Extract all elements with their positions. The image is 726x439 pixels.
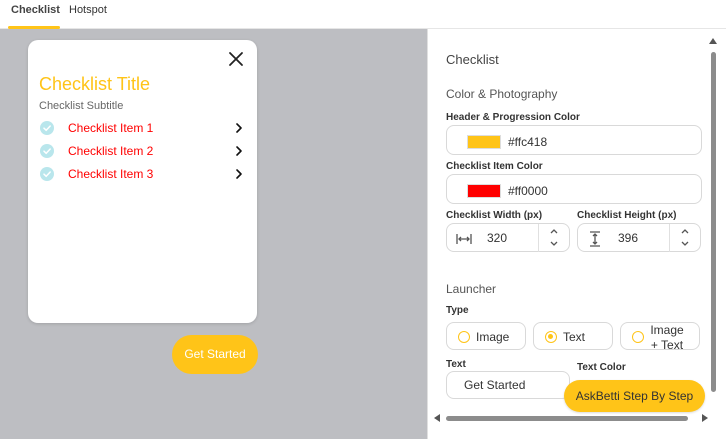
tab-bar: Checklist Hotspot bbox=[0, 0, 726, 29]
tab-hotspot[interactable]: Hotspot bbox=[69, 4, 109, 29]
chevron-right-icon bbox=[236, 169, 242, 179]
text-color-label: Text Color bbox=[577, 362, 626, 373]
checklist-card: Checklist Title Checklist Subtitle Check… bbox=[28, 40, 257, 323]
height-stepper[interactable]: 396 bbox=[577, 223, 701, 252]
chevron-right-icon bbox=[236, 146, 242, 156]
type-option-label: Image + Text bbox=[647, 323, 687, 353]
chevron-down-icon[interactable] bbox=[679, 239, 691, 248]
radio-image[interactable] bbox=[458, 331, 470, 343]
close-icon[interactable] bbox=[227, 50, 245, 68]
check-circle-icon bbox=[40, 144, 54, 158]
header-color-swatch[interactable] bbox=[467, 135, 501, 149]
radio-text-selected[interactable] bbox=[545, 331, 557, 343]
check-circle-icon bbox=[40, 121, 54, 135]
checklist-item-label: Checklist Item 2 bbox=[68, 144, 154, 158]
width-stepper[interactable]: 320 bbox=[446, 223, 570, 252]
type-option-label: Image bbox=[476, 330, 510, 344]
scroll-left-arrow-icon[interactable] bbox=[434, 414, 440, 422]
scroll-up-arrow-icon[interactable] bbox=[709, 38, 717, 44]
check-circle-icon bbox=[40, 167, 54, 181]
section-launcher-heading: Launcher bbox=[446, 282, 497, 296]
height-value: 396 bbox=[618, 231, 639, 245]
launcher-text-input[interactable]: Get Started bbox=[446, 371, 570, 399]
checklist-item-label: Checklist Item 1 bbox=[68, 121, 154, 135]
horizontal-scrollbar[interactable] bbox=[432, 413, 710, 423]
horizontal-scroll-thumb[interactable] bbox=[446, 416, 688, 421]
checklist-item-label: Checklist Item 3 bbox=[68, 167, 154, 181]
width-arrows-icon bbox=[456, 234, 472, 244]
vertical-scroll-thumb[interactable] bbox=[711, 52, 716, 392]
width-stepper-controls bbox=[538, 224, 569, 252]
header-color-label: Header & Progression Color bbox=[446, 112, 580, 123]
section-color-heading: Color & Photography bbox=[446, 87, 558, 101]
checklist-editor: Checklist Hotspot Checklist Title Checkl… bbox=[0, 0, 726, 439]
type-option-text[interactable]: Text bbox=[533, 322, 613, 350]
type-option-image[interactable]: Image bbox=[446, 322, 526, 350]
panel-title: Checklist bbox=[446, 52, 499, 67]
height-arrows-icon bbox=[590, 231, 600, 247]
checklist-item-1[interactable]: Checklist Item 1 bbox=[39, 120, 245, 138]
type-option-label: Text bbox=[563, 330, 586, 344]
chevron-up-icon[interactable] bbox=[548, 227, 560, 236]
type-option-label-line1: Image bbox=[650, 323, 684, 337]
header-color-field[interactable]: #ffc418 bbox=[446, 125, 702, 155]
chevron-right-icon bbox=[236, 123, 242, 133]
checklist-subtitle: Checklist Subtitle bbox=[39, 100, 124, 112]
chevron-up-icon[interactable] bbox=[679, 227, 691, 236]
type-option-image-text[interactable]: Image + Text bbox=[620, 322, 700, 353]
width-label: Checklist Width (px) bbox=[446, 210, 543, 221]
askbetti-step-button[interactable]: AskBetti Step By Step bbox=[564, 380, 705, 412]
settings-panel: Checklist Color & Photography Header & P… bbox=[427, 29, 726, 439]
checklist-title: Checklist Title bbox=[39, 74, 151, 94]
height-stepper-controls bbox=[669, 224, 700, 252]
header-color-value: #ffc418 bbox=[508, 135, 548, 149]
type-label: Type bbox=[446, 305, 469, 316]
checklist-item-2[interactable]: Checklist Item 2 bbox=[39, 143, 245, 161]
text-label: Text bbox=[446, 359, 466, 370]
checklist-item-3[interactable]: Checklist Item 3 bbox=[39, 166, 245, 184]
vertical-scrollbar[interactable] bbox=[708, 38, 718, 418]
item-color-label: Checklist Item Color bbox=[446, 161, 543, 172]
width-value: 320 bbox=[487, 231, 508, 245]
item-color-field[interactable]: #ff0000 bbox=[446, 174, 702, 204]
chevron-down-icon[interactable] bbox=[548, 239, 560, 248]
checklist-preview-area: Checklist Title Checklist Subtitle Check… bbox=[0, 29, 427, 439]
height-label: Checklist Height (px) bbox=[577, 210, 677, 221]
radio-image-text[interactable] bbox=[632, 331, 644, 343]
item-color-value: #ff0000 bbox=[508, 184, 548, 198]
type-option-label-line2: + Text bbox=[650, 338, 684, 352]
item-color-swatch[interactable] bbox=[467, 184, 501, 198]
launcher-button[interactable]: Get Started bbox=[172, 335, 258, 374]
scroll-right-arrow-icon[interactable] bbox=[702, 414, 708, 422]
